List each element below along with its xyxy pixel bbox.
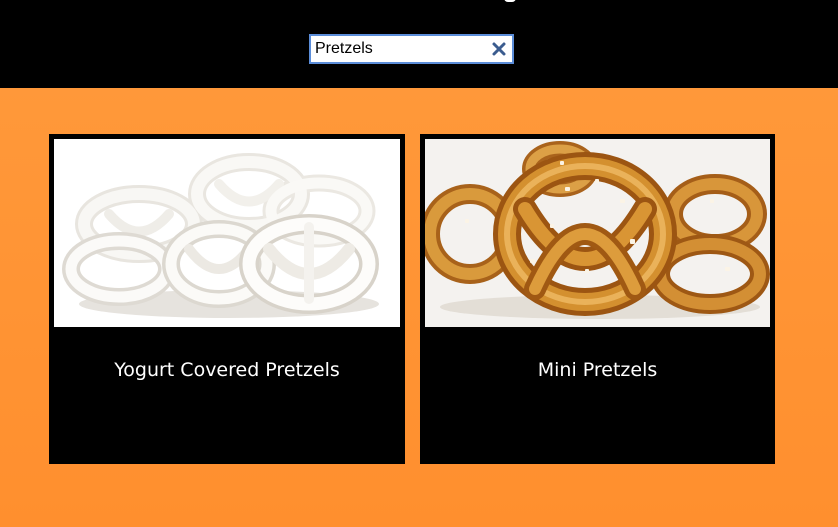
page: Yogurt Covered Pretzels [0, 0, 838, 527]
product-label[interactable]: Yogurt Covered Pretzels [49, 359, 405, 381]
product-image-mini-pretzels[interactable] [425, 139, 770, 327]
header-title-fragment [500, 0, 520, 2]
header-bar [0, 0, 838, 88]
search-box[interactable] [309, 34, 514, 64]
product-image-yogurt-pretzels[interactable] [54, 139, 400, 327]
clear-search-button[interactable] [491, 41, 507, 57]
product-card-yogurt-covered-pretzels[interactable]: Yogurt Covered Pretzels [49, 134, 405, 464]
search-input[interactable] [315, 38, 485, 60]
product-label[interactable]: Mini Pretzels [420, 359, 775, 381]
close-icon [492, 42, 506, 56]
product-card-mini-pretzels[interactable]: Mini Pretzels [420, 134, 775, 464]
